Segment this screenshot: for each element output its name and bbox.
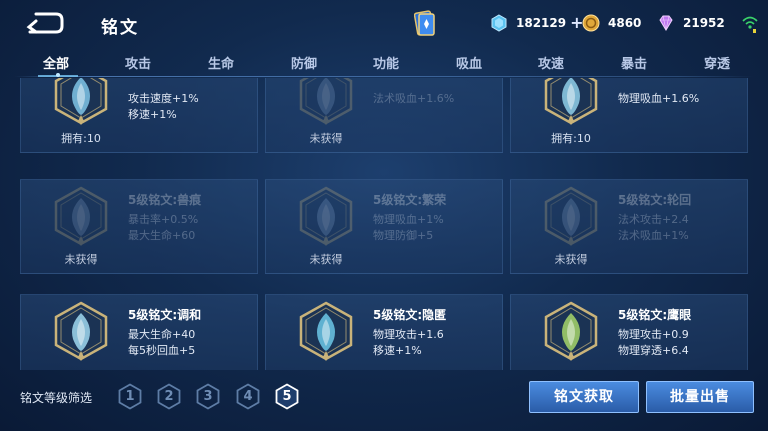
inscription-emblem-icon [541, 78, 601, 125]
inscription-emblem-icon [296, 78, 356, 125]
level-number: 3 [203, 389, 213, 404]
card-title: 5级铭文:调和 [128, 308, 202, 322]
tab-penetration[interactable]: 穿透 [704, 53, 730, 72]
card-stat: 法术吸血+1% [618, 229, 689, 242]
inscription-emblem-icon [296, 186, 356, 246]
card-title: 5级铭文:兽痕 [128, 193, 202, 207]
card-stat: 物理攻击+0.9 [618, 328, 689, 341]
inscription-card[interactable]: 5级铭文:隐匿 物理攻击+1.6 移速+1% [265, 294, 503, 370]
card-pack-icon[interactable] [414, 10, 436, 38]
card-title: 5级铭文:鹰眼 [618, 308, 692, 322]
tab-utility[interactable]: 功能 [373, 53, 399, 72]
header: 铭文 182129 + 4860 21952 [0, 0, 768, 48]
inscription-card[interactable]: 攻击速度+1% 移速+1% 拥有:10 [20, 78, 258, 153]
inscription-emblem-icon [296, 301, 356, 361]
card-stat: 攻击速度+1% [128, 92, 199, 105]
level-number: 2 [164, 389, 174, 404]
inscription-card[interactable]: 5级铭文:调和 最大生命+40 每5秒回血+5 [20, 294, 258, 370]
tab-divider [14, 76, 754, 77]
card-stat: 暴击率+0.5% [128, 213, 199, 226]
inscription-card[interactable]: 5级铭文:繁荣 物理吸血+1% 物理防御+5 未获得 [265, 179, 503, 274]
level-filter-1[interactable]: 1 [118, 383, 142, 410]
level-filter-label: 铭文等级筛选 [20, 391, 93, 405]
card-stat: 物理穿透+6.4 [618, 344, 689, 357]
gold-currency: 4860 [582, 13, 641, 33]
inscription-emblem-icon [541, 301, 601, 361]
back-arrow-icon[interactable] [22, 10, 68, 36]
wifi-signal-icon [742, 16, 758, 33]
card-stat: 物理攻击+1.6 [373, 328, 444, 341]
level-number: 4 [243, 389, 253, 404]
level-filter-4[interactable]: 4 [236, 383, 260, 410]
level-filter-2[interactable]: 2 [157, 383, 181, 410]
card-owned-status: 未获得 [64, 253, 98, 266]
tab-lifesteal[interactable]: 吸血 [456, 53, 482, 72]
card-stat: 最大生命+40 [128, 328, 196, 341]
tab-defense[interactable]: 防御 [291, 53, 317, 72]
tab-critical[interactable]: 暴击 [621, 53, 647, 72]
level-number: 5 [282, 389, 292, 404]
level-filter-5[interactable]: 5 [275, 383, 299, 410]
card-stat: 每5秒回血+5 [128, 344, 196, 357]
acquire-inscription-button[interactable]: 铭文获取 [529, 381, 639, 413]
card-title: 5级铭文:轮回 [618, 193, 692, 207]
card-stat: 法术吸血+1.6% [373, 92, 455, 105]
card-title: 5级铭文:隐匿 [373, 308, 447, 322]
gem-amount: 21952 [683, 16, 725, 30]
card-owned-status: 拥有:10 [551, 132, 591, 145]
inscription-card[interactable]: 物理吸血+1.6% 拥有:10 [510, 78, 748, 153]
category-tabs: 全部 攻击 生命 防御 功能 吸血 攻速 暴击 穿透 [14, 50, 754, 78]
inscription-emblem-icon [51, 186, 111, 246]
card-owned-status: 未获得 [309, 253, 343, 266]
gold-coin-icon [582, 14, 600, 32]
inscription-emblem-icon [541, 186, 601, 246]
tab-health[interactable]: 生命 [208, 53, 234, 72]
active-tab-indicator [38, 73, 78, 77]
card-stat: 最大生命+60 [128, 229, 196, 242]
card-stat: 物理防御+5 [373, 229, 434, 242]
inscription-emblem-icon [51, 78, 111, 125]
gem-currency: 21952 [657, 13, 725, 33]
purple-gem-icon [659, 15, 673, 31]
diamond-amount: 182129 [516, 16, 567, 30]
tab-all[interactable]: 全部 [43, 53, 69, 72]
card-owned-status: 未获得 [554, 253, 588, 266]
bulk-sell-button[interactable]: 批量出售 [646, 381, 754, 413]
card-stat: 物理吸血+1% [373, 213, 444, 226]
tab-attack-speed[interactable]: 攻速 [538, 53, 564, 72]
inscription-card[interactable]: 5级铭文:轮回 法术攻击+2.4 法术吸血+1% 未获得 [510, 179, 748, 274]
diamond-icon [491, 14, 507, 32]
level-filter-3[interactable]: 3 [196, 383, 220, 410]
card-title: 5级铭文:繁荣 [373, 193, 447, 207]
inscription-grid: 攻击速度+1% 移速+1% 拥有:10 法术吸血+1.6% 未获得 物理吸血+1… [0, 78, 768, 370]
inscription-card[interactable]: 法术吸血+1.6% 未获得 [265, 78, 503, 153]
gold-amount: 4860 [608, 16, 642, 30]
diamond-currency: 182129 + [490, 13, 584, 33]
page-title: 铭文 [101, 18, 139, 38]
inscription-emblem-icon [51, 301, 111, 361]
card-owned-status: 拥有:10 [61, 132, 101, 145]
card-stat: 物理吸血+1.6% [618, 92, 700, 105]
inscription-card[interactable]: 5级铭文:兽痕 暴击率+0.5% 最大生命+60 未获得 [20, 179, 258, 274]
card-stat: 移速+1% [373, 344, 422, 357]
card-owned-status: 未获得 [309, 132, 343, 145]
inscription-card[interactable]: 5级铭文:鹰眼 物理攻击+0.9 物理穿透+6.4 [510, 294, 748, 370]
card-stat: 移速+1% [128, 108, 177, 121]
level-number: 1 [125, 389, 135, 404]
card-stat: 法术攻击+2.4 [618, 213, 689, 226]
tab-attack[interactable]: 攻击 [125, 53, 151, 72]
